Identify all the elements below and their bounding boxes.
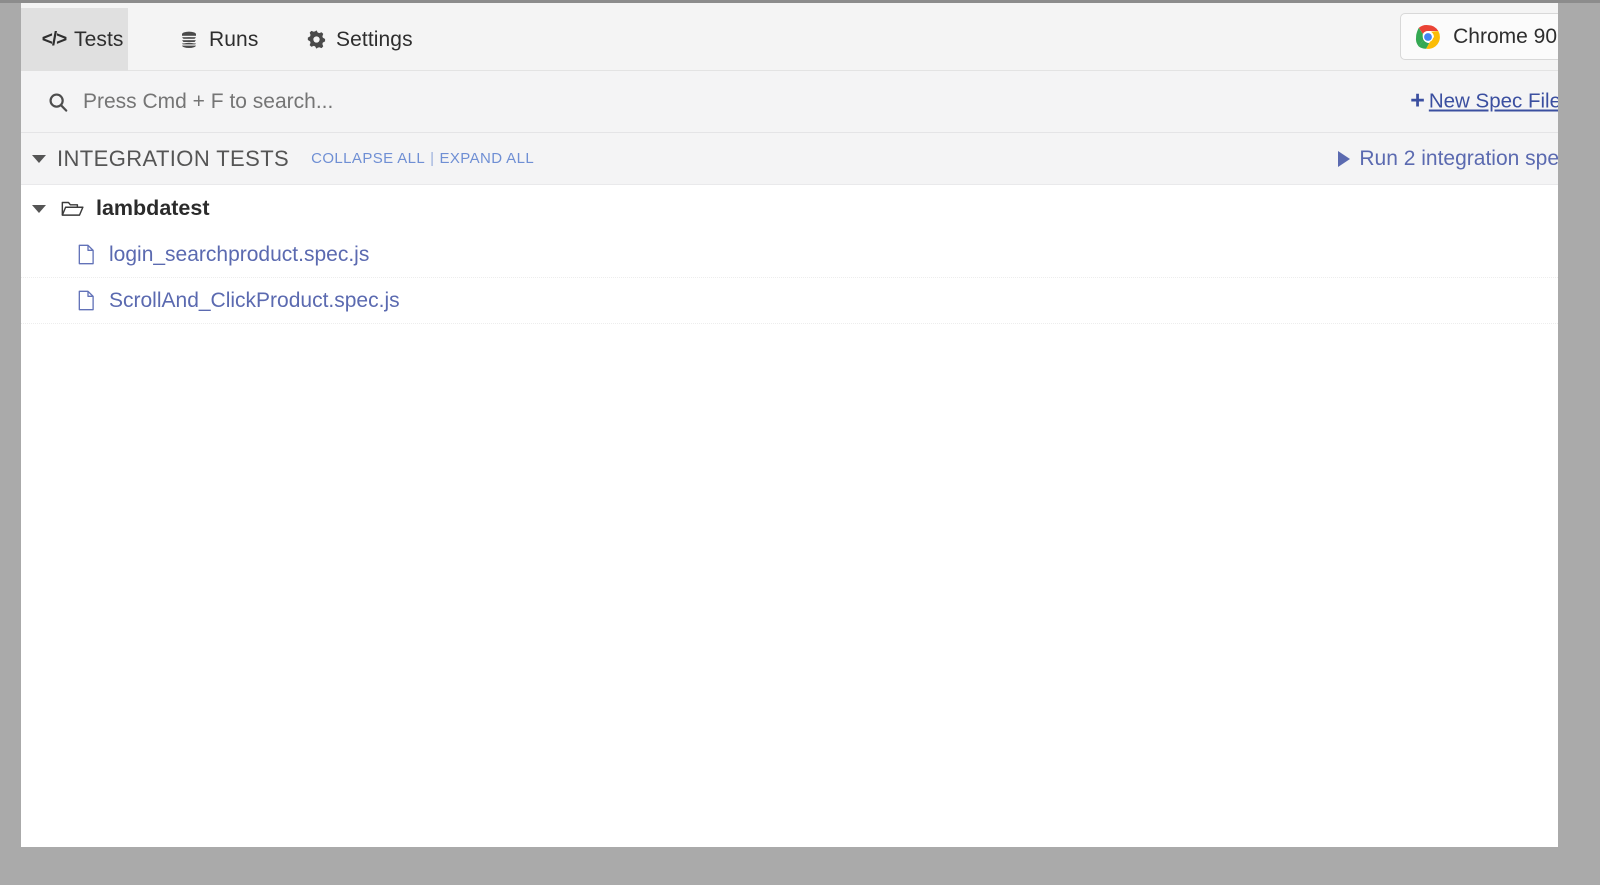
gear-icon	[305, 29, 327, 51]
file-document-icon	[76, 244, 96, 266]
list-item[interactable]: ScrollAnd_ClickProduct.spec.js	[21, 278, 1558, 324]
folder-collapse-caret-icon[interactable]	[32, 204, 46, 213]
spec-file-name: ScrollAnd_ClickProduct.spec.js	[109, 288, 400, 312]
new-spec-file-button[interactable]: + New Spec File	[1410, 86, 1558, 114]
browser-selector-label: Chrome 90	[1453, 24, 1557, 48]
integration-tests-header: INTEGRATION TESTS COLLAPSE ALL | EXPAND …	[21, 133, 1558, 185]
new-spec-file-label: New Spec File	[1428, 89, 1558, 113]
cypress-test-runner-window: </> Tests Runs Settings Chrome 90 Press …	[21, 3, 1558, 847]
search-input[interactable]	[83, 89, 843, 114]
tab-tests[interactable]: </> Tests	[21, 8, 128, 71]
tab-settings[interactable]: Settings	[283, 8, 435, 71]
tab-tests-label: Tests	[74, 27, 124, 51]
chrome-logo-icon	[1415, 24, 1441, 50]
main-tab-bar: </> Tests Runs Settings Chrome 90	[21, 3, 1558, 71]
section-collapse-caret-icon[interactable]	[32, 154, 46, 163]
file-document-icon	[76, 290, 96, 312]
search-icon	[45, 89, 71, 115]
expand-all-button[interactable]: EXPAND ALL	[439, 150, 534, 167]
code-brackets-icon: </>	[41, 28, 67, 50]
list-item[interactable]: login_searchproduct.spec.js	[21, 232, 1558, 278]
desktop-backdrop: </> Tests Runs Settings Chrome 90 Press …	[0, 0, 1600, 885]
section-title: INTEGRATION TESTS	[57, 145, 290, 171]
browser-selector-button[interactable]: Chrome 90	[1400, 13, 1558, 60]
folder-name: lambdatest	[96, 196, 210, 220]
play-icon	[1338, 150, 1351, 167]
spec-list-empty-area	[21, 324, 1558, 847]
tab-runs-label: Runs	[209, 27, 259, 51]
spec-file-list: lambdatest login_searchproduct.spec.js S…	[21, 185, 1558, 847]
actions-separator: |	[430, 150, 435, 167]
spec-file-name: login_searchproduct.spec.js	[109, 242, 370, 266]
collapse-all-button[interactable]: COLLAPSE ALL	[311, 150, 425, 167]
search-bar: + New Spec File	[21, 71, 1558, 133]
plus-icon: +	[1410, 86, 1425, 114]
tab-runs[interactable]: Runs	[156, 8, 280, 71]
tab-settings-label: Settings	[336, 27, 413, 51]
section-actions: COLLAPSE ALL | EXPAND ALL	[311, 150, 534, 167]
database-stack-icon	[178, 29, 200, 51]
open-folder-icon	[60, 197, 84, 221]
run-integration-specs-button[interactable]: Run 2 integration specs	[1338, 147, 1558, 171]
spec-folder-lambdatest[interactable]: lambdatest	[21, 185, 1558, 232]
run-integration-specs-label: Run 2 integration specs	[1359, 146, 1558, 170]
